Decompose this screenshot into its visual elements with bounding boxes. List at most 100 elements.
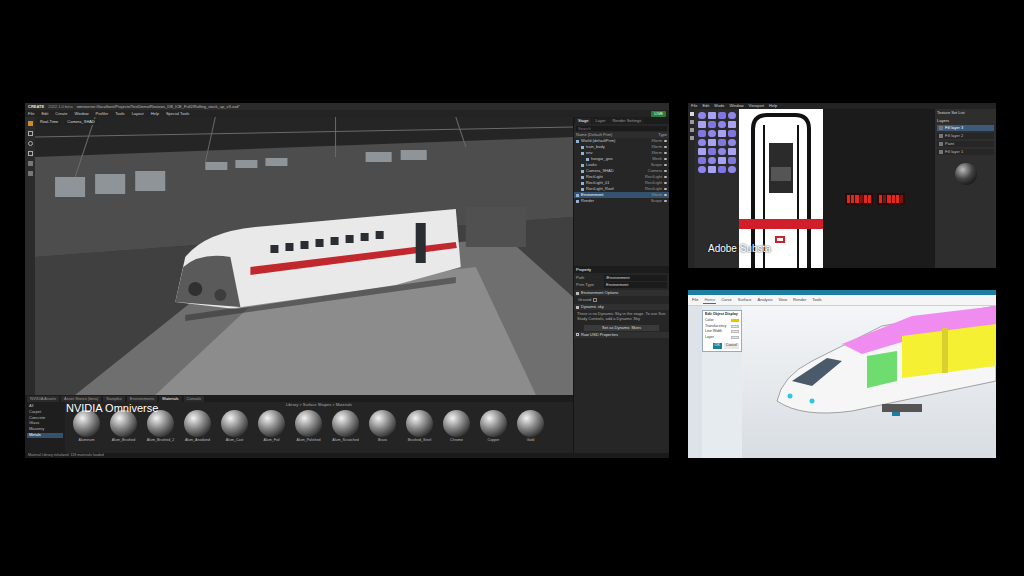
field-control[interactable] (731, 319, 739, 322)
layer-row[interactable]: Paint (937, 141, 994, 147)
stage-row[interactable]: Camera_SHADCamera (574, 168, 669, 174)
menu-item[interactable]: Window (729, 104, 743, 108)
category-item[interactable]: Masonry (27, 427, 63, 432)
stage-row[interactable]: EnvironmentXform (574, 192, 669, 198)
field-control[interactable] (731, 330, 739, 333)
browser-tab[interactable]: Samples (103, 396, 125, 402)
ribbon-tab[interactable]: Render (792, 297, 807, 303)
fill-tool-icon[interactable] (690, 136, 694, 140)
material-card[interactable]: Gold (513, 410, 548, 443)
layer-row[interactable]: Fill layer 2 (937, 133, 994, 139)
stage-row[interactable]: train_bodyXform (574, 144, 669, 150)
play-tool-icon[interactable] (28, 171, 33, 176)
stage-row[interactable]: RectLightRectLight (574, 174, 669, 180)
eraser-tool-icon[interactable] (690, 120, 694, 124)
shelf-item-icon[interactable] (698, 157, 706, 164)
stage-row[interactable]: hangar_geoMesh (574, 156, 669, 162)
expand-arrow-icon[interactable] (576, 292, 579, 295)
visibility-eye-icon[interactable] (664, 200, 667, 202)
projection-tool-icon[interactable] (690, 128, 694, 132)
property-section[interactable]: Dynamic sky (574, 304, 669, 310)
brush-tool-icon[interactable] (690, 112, 694, 116)
layer-row[interactable]: Fill layer 1 (937, 149, 994, 155)
material-card[interactable]: Brushed_Steel (402, 410, 437, 443)
shelf-item-icon[interactable] (718, 139, 726, 146)
visibility-eye-icon[interactable] (664, 170, 667, 172)
layer-row[interactable]: Fill layer 3 (937, 125, 994, 131)
browser-tab[interactable]: Console (184, 396, 205, 402)
stage-tab[interactable]: Render Settings (609, 118, 644, 124)
shelf-item-icon[interactable] (728, 139, 736, 146)
ground-checkbox[interactable] (593, 298, 597, 302)
menu-item[interactable]: Help (151, 112, 159, 116)
move-tool-icon[interactable] (28, 131, 33, 136)
shelf-item-icon[interactable] (698, 121, 706, 128)
material-card[interactable]: Alum_Polished (291, 410, 326, 443)
material-card[interactable]: Alum_Scratched (328, 410, 363, 443)
shelf-item-icon[interactable] (728, 148, 736, 155)
shelf-item-icon[interactable] (718, 130, 726, 137)
shelf-item-icon[interactable] (728, 166, 736, 173)
shelf-item-icon[interactable] (728, 112, 736, 119)
menu-item[interactable]: Tools (115, 112, 124, 116)
menu-item[interactable]: File (28, 112, 34, 116)
viewport-3d[interactable] (823, 109, 934, 268)
cad-viewport[interactable] (742, 306, 996, 458)
browser-tab[interactable]: Environments (127, 396, 157, 402)
category-item[interactable]: All (27, 404, 63, 409)
material-card[interactable]: Brass (365, 410, 400, 443)
menu-item[interactable]: Special Tools (166, 112, 190, 116)
field-value[interactable]: Environment (604, 282, 667, 288)
viewport-button[interactable]: Camera_SHAD (64, 119, 98, 125)
menu-item[interactable]: File (691, 104, 697, 108)
visibility-eye-icon[interactable] (664, 140, 667, 142)
material-card[interactable]: Alum_Foil (254, 410, 289, 443)
visibility-eye-icon[interactable] (664, 194, 667, 196)
menu-item[interactable]: Edit (702, 104, 709, 108)
ribbon-tab[interactable]: Home (703, 297, 716, 304)
stage-row[interactable]: RenderScope (574, 198, 669, 204)
visibility-eye-icon[interactable] (664, 182, 667, 184)
field-control[interactable] (731, 325, 739, 328)
stage-tab[interactable]: Stage (575, 118, 591, 124)
ribbon-tab[interactable]: Curve (720, 297, 733, 303)
shelf-item-icon[interactable] (708, 139, 716, 146)
rotate-tool-icon[interactable] (28, 141, 33, 146)
shelf-item-icon[interactable] (708, 121, 716, 128)
category-item[interactable]: Carpet (27, 410, 63, 415)
shelf-item-icon[interactable] (708, 166, 716, 173)
material-card[interactable]: Aluminum (69, 410, 104, 443)
category-item[interactable]: Concrete (27, 416, 63, 421)
material-card[interactable]: Chrome (439, 410, 474, 443)
shelf-item-icon[interactable] (708, 112, 716, 119)
shelf-item-icon[interactable] (708, 130, 716, 137)
menu-item[interactable]: Create (55, 112, 67, 116)
material-card[interactable]: Alum_Brushed (106, 410, 141, 443)
property-section[interactable]: Environment Options (574, 290, 669, 296)
snap-tool-icon[interactable] (28, 161, 33, 166)
live-badge[interactable]: LIVE (651, 111, 666, 117)
menu-item[interactable]: Mode (714, 104, 724, 108)
visibility-eye-icon[interactable] (664, 176, 667, 178)
shelf-item-icon[interactable] (718, 121, 726, 128)
visibility-eye-icon[interactable] (664, 188, 667, 190)
material-card[interactable]: Alum_Anodized (180, 410, 215, 443)
stage-row[interactable]: RectLight_01RectLight (574, 180, 669, 186)
shelf-item-icon[interactable] (718, 157, 726, 164)
shelf-item-icon[interactable] (698, 139, 706, 146)
stage-tab[interactable]: Layer (592, 118, 608, 124)
menu-item[interactable]: Edit (41, 112, 48, 116)
stage-row[interactable]: LooksScope (574, 162, 669, 168)
material-card[interactable]: Alum_Brushed_2 (143, 410, 178, 443)
viewport-button[interactable]: Real-Time (37, 119, 61, 125)
visibility-eye-icon[interactable] (664, 146, 667, 148)
stage-row[interactable]: World (defaultPrim)Xform (574, 138, 669, 144)
property-section[interactable]: Raw USD Properties (574, 332, 669, 338)
visibility-eye-icon[interactable] (664, 164, 667, 166)
ribbon-tab[interactable]: Analysis (757, 297, 774, 303)
scale-tool-icon[interactable] (28, 151, 33, 156)
shelf-item-icon[interactable] (718, 112, 726, 119)
select-tool-icon[interactable] (28, 121, 33, 126)
ribbon-tab[interactable]: View (778, 297, 789, 303)
visibility-eye-icon[interactable] (664, 152, 667, 154)
